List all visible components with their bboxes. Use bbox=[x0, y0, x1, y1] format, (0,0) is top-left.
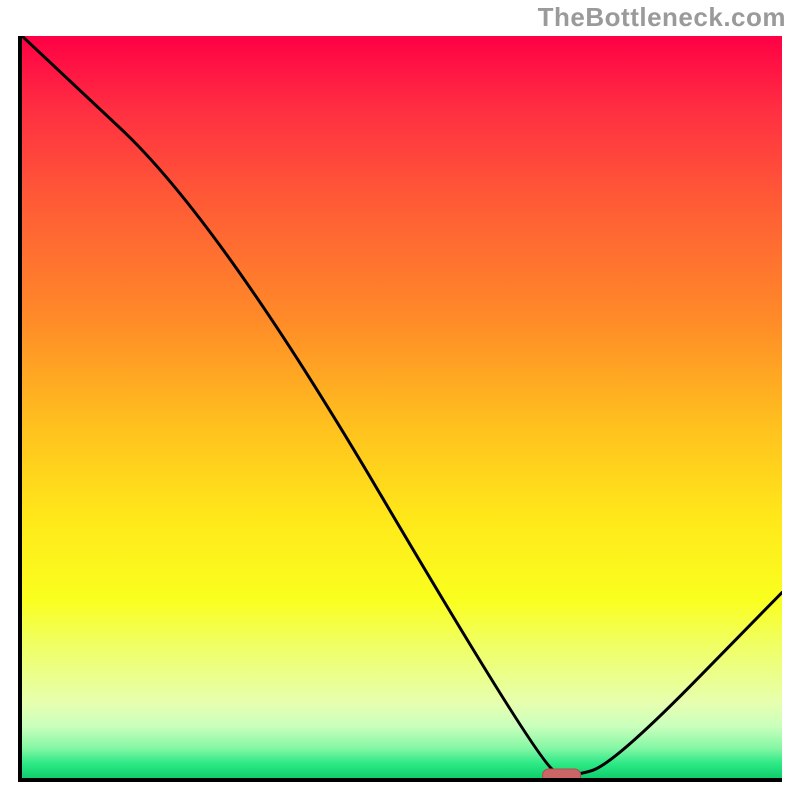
chart-plot-area bbox=[18, 36, 782, 782]
bottleneck-curve bbox=[22, 36, 782, 774]
optimal-marker bbox=[543, 769, 581, 778]
chart-svg-overlay bbox=[22, 36, 782, 778]
watermark-text: TheBottleneck.com bbox=[538, 2, 786, 33]
